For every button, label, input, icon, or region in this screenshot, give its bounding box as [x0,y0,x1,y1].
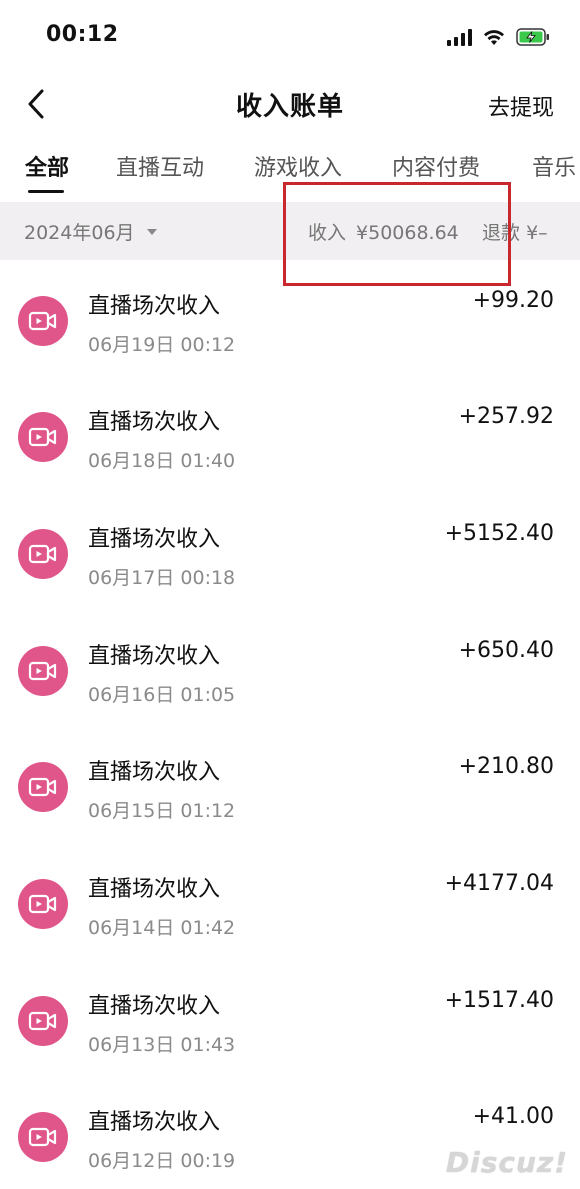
tab-live-interaction[interactable]: 直播互动 [116,150,204,182]
tab-game-income[interactable]: 游戏收入 [254,150,342,182]
item-title: 直播场次收入 [88,994,221,1019]
refund-label: 退款 [482,222,521,244]
live-video-icon [18,296,68,346]
list-item[interactable]: 直播场次收入 06月13日 01:43 +1517.40 [0,962,580,1078]
item-title: 直播场次收入 [88,877,221,902]
tab-all[interactable]: 全部 [25,150,70,193]
tab-music[interactable]: 音乐 [532,150,576,182]
category-tabs: 全部 直播互动 游戏收入 内容付费 音乐 [0,150,580,194]
signal-icon [447,28,472,46]
item-time: 06月12日 00:19 [88,1150,236,1172]
item-time: 06月14日 01:42 [88,917,236,939]
summary-bar: 2024年06月 收入 ¥50068.64 退款 ¥– [0,202,580,260]
month-picker[interactable]: 2024年06月 [24,218,157,245]
item-amount: +1517.40 [444,988,554,1013]
item-amount: +210.80 [458,754,554,779]
item-title: 直播场次收入 [88,527,221,552]
list-item[interactable]: 直播场次收入 06月15日 01:12 +210.80 [0,728,580,844]
item-amount: +99.20 [472,288,554,313]
item-title: 直播场次收入 [88,1110,221,1135]
wifi-icon [484,30,504,45]
withdraw-button[interactable]: 去提现 [488,90,554,122]
watermark-logo: Discuz! [445,1146,568,1179]
tab-paid-content[interactable]: 内容付费 [392,150,480,182]
live-video-icon [18,762,68,812]
item-amount: +257.92 [458,404,554,429]
income-total: ¥50068.64 [356,222,459,244]
tab-label: 全部 [25,156,70,181]
item-amount: +5152.40 [444,521,554,546]
item-title: 直播场次收入 [88,644,221,669]
live-video-icon [18,879,68,929]
status-icons [447,26,550,48]
item-title: 直播场次收入 [88,294,221,319]
active-tab-indicator [28,190,64,193]
status-time: 00:12 [46,22,119,47]
income-summary: 收入 ¥50068.64 [308,218,459,245]
item-time: 06月18日 01:40 [88,450,236,472]
item-time: 06月16日 01:05 [88,684,236,706]
item-amount: +4177.04 [444,871,554,896]
live-video-icon [18,646,68,696]
refund-total: ¥– [526,222,548,244]
live-video-icon [18,996,68,1046]
month-label: 2024年06月 [24,222,135,244]
item-time: 06月17日 00:18 [88,567,236,589]
item-title: 直播场次收入 [88,760,221,785]
list-item[interactable]: 直播场次收入 06月18日 01:40 +257.92 [0,378,580,494]
battery-charging-icon [516,28,549,46]
live-video-icon [18,529,68,579]
item-time: 06月13日 01:43 [88,1034,236,1056]
list-item[interactable]: 直播场次收入 06月14日 01:42 +4177.04 [0,845,580,961]
item-time: 06月15日 01:12 [88,800,236,822]
live-video-icon [18,412,68,462]
live-video-icon [18,1112,68,1162]
list-item[interactable]: 直播场次收入 06月17日 00:18 +5152.40 [0,495,580,611]
item-title: 直播场次收入 [88,410,221,435]
income-bill-page: 00:12 收入账单 去提现 全部 直播互动 游戏收入 内容付费 音乐 2024… [0,0,580,1189]
list-item[interactable]: 直播场次收入 06月16日 01:05 +650.40 [0,612,580,728]
refund-summary: 退款 ¥– [482,218,548,245]
list-item[interactable]: 直播场次收入 06月19日 00:12 +99.20 [0,262,580,378]
caret-down-icon [146,228,157,235]
item-amount: +650.40 [458,638,554,663]
status-bar: 00:12 [0,0,580,72]
income-label: 收入 [308,222,347,244]
item-time: 06月19日 00:12 [88,334,236,356]
item-amount: +41.00 [472,1104,554,1129]
nav-bar: 收入账单 去提现 [0,72,580,136]
